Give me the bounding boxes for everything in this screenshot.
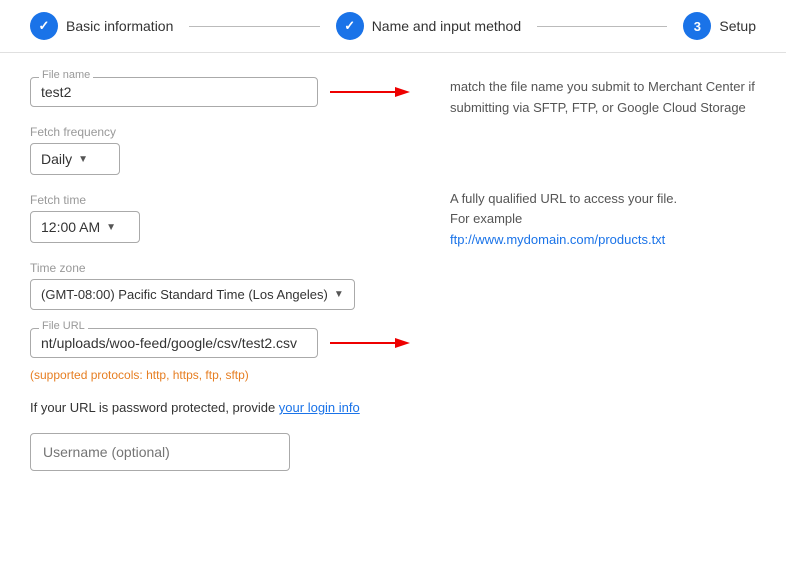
step-3-number: 3 [694, 19, 701, 34]
time-zone-select[interactable]: (GMT-08:00) Pacific Standard Time (Los A… [30, 279, 355, 310]
protocols-text: (supported protocols: http, https, ftp, … [30, 368, 410, 382]
step-2-circle: ✓ [336, 12, 364, 40]
time-zone-caret-icon: ▼ [334, 289, 344, 300]
step-3-circle: 3 [683, 12, 711, 40]
file-name-hint: match the file name you submit to Mercha… [450, 77, 756, 119]
fetch-frequency-caret-icon: ▼ [78, 154, 88, 165]
file-url-group: File URL [30, 328, 410, 358]
password-info: If your URL is password protected, provi… [30, 400, 410, 415]
step-2-label: Name and input method [372, 18, 521, 34]
username-input[interactable] [30, 433, 290, 471]
file-url-hint: A fully qualified URL to access your fil… [450, 179, 756, 251]
step-3-label: Setup [719, 18, 756, 34]
password-info-text: If your URL is password protected, provi… [30, 400, 279, 415]
hint-area: match the file name you submit to Mercha… [430, 77, 756, 549]
step-name-input: ✓ Name and input method [336, 12, 521, 40]
file-name-field-wrapper: File name [30, 77, 318, 107]
stepper: ✓ Basic information ✓ Name and input met… [0, 0, 786, 53]
step-connector-2 [537, 26, 667, 27]
file-url-arrow [330, 333, 410, 353]
fetch-time-label: Fetch time [30, 193, 410, 207]
fetch-frequency-value: Daily [41, 151, 72, 167]
step-setup: 3 Setup [683, 12, 756, 40]
step-1-label: Basic information [66, 18, 173, 34]
fetch-frequency-section: Fetch frequency Daily ▼ [30, 125, 410, 175]
file-url-border-box: File URL [30, 328, 318, 358]
file-name-input[interactable] [41, 84, 307, 100]
username-section [30, 433, 410, 471]
step-1-circle: ✓ [30, 12, 58, 40]
form-area: File name Fetch frequency Daily ▼ Fetch … [30, 77, 410, 549]
file-url-field-wrapper: File URL [30, 328, 318, 358]
fetch-time-select[interactable]: 12:00 AM ▼ [30, 211, 140, 243]
file-url-hint-2: For example [450, 211, 522, 226]
time-zone-value: (GMT-08:00) Pacific Standard Time (Los A… [41, 287, 328, 302]
fetch-frequency-select[interactable]: Daily ▼ [30, 143, 120, 175]
file-url-float-label: File URL [39, 320, 88, 332]
file-url-hint-link[interactable]: ftp://www.mydomain.com/products.txt [450, 232, 665, 247]
step-basic-info: ✓ Basic information [30, 12, 173, 40]
time-zone-section: Time zone (GMT-08:00) Pacific Standard T… [30, 261, 410, 310]
file-name-arrow [330, 82, 410, 102]
time-zone-label: Time zone [30, 261, 410, 275]
fetch-frequency-label: Fetch frequency [30, 125, 410, 139]
file-url-input[interactable] [41, 335, 301, 351]
step-1-check-icon: ✓ [39, 18, 50, 34]
file-name-group: File name [30, 77, 410, 107]
password-login-link[interactable]: your login info [279, 400, 360, 415]
step-connector-1 [189, 26, 319, 27]
step-2-check-icon: ✓ [344, 18, 355, 34]
file-url-hint-1: A fully qualified URL to access your fil… [450, 191, 677, 206]
fetch-time-section: Fetch time 12:00 AM ▼ [30, 193, 410, 243]
fetch-time-value: 12:00 AM [41, 219, 100, 235]
fetch-time-caret-icon: ▼ [106, 222, 116, 233]
file-name-border-box: File name [30, 77, 318, 107]
file-name-float-label: File name [39, 69, 93, 81]
main-content: File name Fetch frequency Daily ▼ Fetch … [0, 53, 786, 573]
